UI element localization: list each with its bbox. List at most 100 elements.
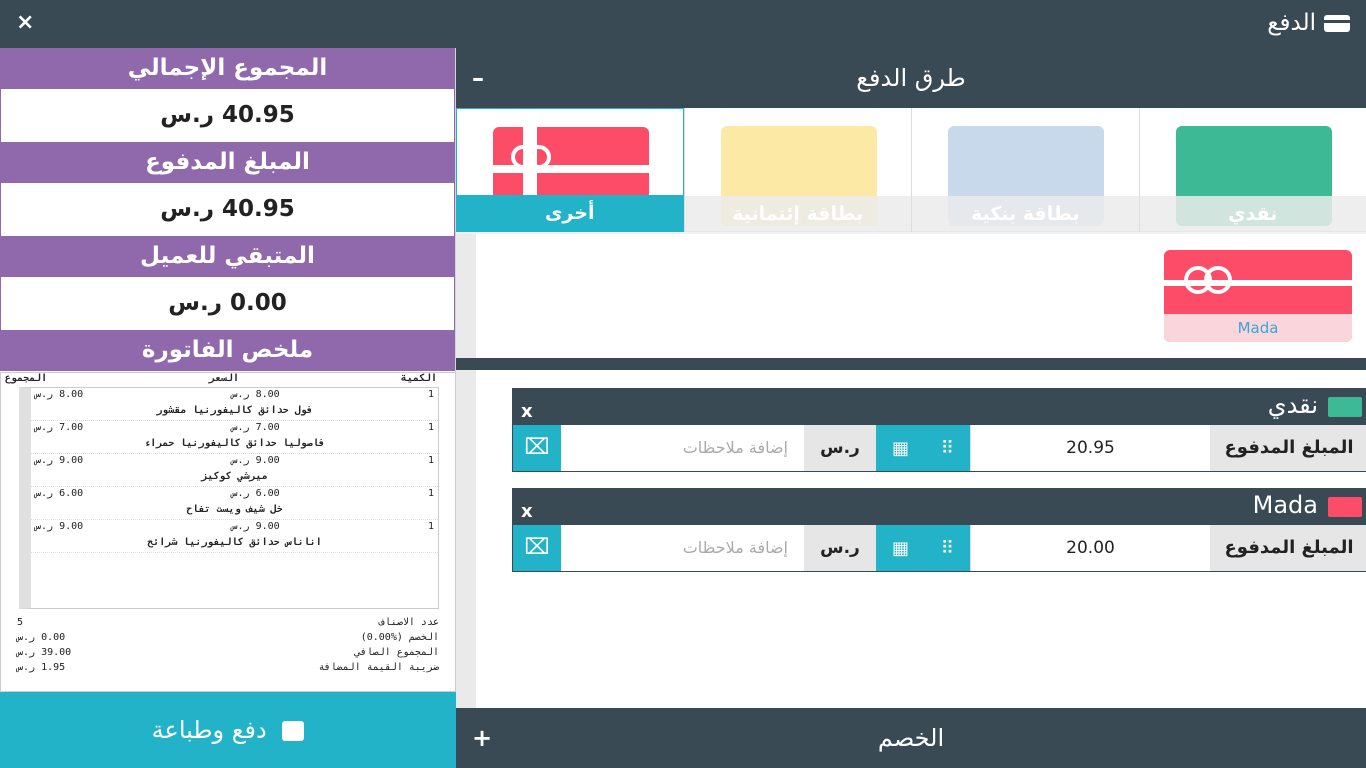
method-other[interactable]: أخرى <box>456 108 684 232</box>
method-credit-card[interactable]: بطاقة إئتمانية <box>683 108 911 232</box>
footer-label: عدد الاصناف <box>378 617 439 628</box>
item-name: اناناس حدائق كاليفورنيا شرائح <box>147 537 322 548</box>
method-label: بطاقة إئتمانية <box>684 196 911 232</box>
gift-card-icon <box>1328 497 1362 517</box>
divider <box>456 358 1366 370</box>
payment-entries: x نقدي ⌧ إضافة ملاحظات ر.س ▦ ⠿ 20.95 المب… <box>456 370 1366 708</box>
printer-icon <box>282 721 305 741</box>
footer-value: 39.00 ر.س <box>17 647 72 658</box>
amount-label: المبلغ المدفوع <box>1210 425 1366 471</box>
payment-name: Mada <box>1252 491 1318 519</box>
summary-panel: المجموع الإجمالي 40.95 ر.س المبلغ المدفو… <box>0 48 456 768</box>
item-name: فاصوليا حدائق كاليفورنيا حمراء <box>144 438 325 449</box>
expand-toggle[interactable]: + <box>472 708 492 768</box>
credit-card-icon <box>1324 14 1350 32</box>
receipt-item: 1 8.00 ر.س 8.00 ر.س فول حدائق كاليفورنيا م… <box>31 388 438 421</box>
item-name: ميرشي كوكيز <box>201 471 268 482</box>
payment-methods-title: طرق الدفع <box>856 64 966 92</box>
total-value: 40.95 ر.س <box>0 89 455 142</box>
item-total: 6.00 ر.س <box>35 488 84 499</box>
amount-input[interactable]: 20.00 <box>970 525 1210 571</box>
receipt-item: 1 9.00 ر.س 9.00 ر.س ميرشي كوكيز <box>31 454 438 487</box>
pay-and-print-label: دفع وطباعة <box>151 716 267 744</box>
receipt-item: 1 6.00 ر.س 6.00 ر.س خل شيف ويست تفاح <box>31 487 438 520</box>
item-total: 9.00 ر.س <box>35 455 84 466</box>
footer-value: 5 <box>17 617 24 628</box>
remove-payment-button[interactable]: x <box>521 501 533 522</box>
collapse-toggle[interactable]: – <box>472 48 484 108</box>
currency-label: ر.س <box>804 425 876 471</box>
receipt-qty-header: الكمية <box>400 373 437 384</box>
discount-title: الخصم <box>877 724 945 752</box>
receipt-header: الكمية السعر المجموع <box>5 373 437 384</box>
method-label: نقدي <box>1139 196 1366 232</box>
payment-entry: x نقدي ⌧ إضافة ملاحظات ر.س ▦ ⠿ 20.95 المب… <box>512 388 1366 472</box>
item-total: 9.00 ر.س <box>35 521 84 532</box>
mada-option[interactable]: Mada <box>1164 250 1352 342</box>
discount-header[interactable]: + الخصم <box>456 708 1366 768</box>
page-title-text: الدفع <box>1267 10 1316 36</box>
amount-input[interactable]: 20.95 <box>970 425 1210 471</box>
payment-panel: – طرق الدفع أخرى بطاقة إئتمانية بطاقة بن… <box>456 48 1366 768</box>
footer-label: ضريبة القيمة المضافة <box>318 662 439 673</box>
item-price: 9.00 ر.س <box>231 521 280 532</box>
paid-label: المبلغ المدفوع <box>0 142 455 183</box>
footer-label: المجموع الصافي <box>354 647 439 658</box>
footer-value: 0.00 ر.س <box>17 632 66 643</box>
item-price: 8.00 ر.س <box>231 389 280 400</box>
payment-methods: أخرى بطاقة إئتمانية بطاقة بنكية نقدي <box>456 108 1366 232</box>
close-button[interactable]: × <box>16 10 34 35</box>
item-total: 7.00 ر.س <box>35 422 84 433</box>
method-label: أخرى <box>457 195 683 231</box>
keypad-icon[interactable]: ⠿ <box>941 438 954 459</box>
clear-button[interactable]: ⌧ <box>513 525 561 571</box>
remaining-value: 0.00 ر.س <box>0 277 455 330</box>
receipt-total-header: المجموع <box>5 373 48 384</box>
item-name: فول حدائق كاليفورنيا مقشور <box>156 405 313 416</box>
sub-options: Mada <box>456 234 1366 358</box>
total-label: المجموع الإجمالي <box>0 48 455 89</box>
currency-label: ر.س <box>804 525 876 571</box>
receipt-item: 1 7.00 ر.س 7.00 ر.س فاصوليا حدائق كاليفورن… <box>31 421 438 454</box>
item-qty: 1 <box>427 422 434 433</box>
receipt-item: 1 9.00 ر.س 9.00 ر.س اناناس حدائق كاليفورني… <box>31 520 438 553</box>
receipt-price-header: السعر <box>208 373 240 384</box>
invoice-summary-label: ملخص الفاتورة <box>0 330 455 371</box>
item-name: خل شيف ويست تفاح <box>186 504 283 515</box>
item-qty: 1 <box>427 455 434 466</box>
item-price: 9.00 ر.س <box>231 455 280 466</box>
payment-methods-header[interactable]: – طرق الدفع <box>456 48 1366 108</box>
keypad-icon[interactable]: ⠿ <box>941 538 954 559</box>
selected-arrow <box>563 231 579 232</box>
item-price: 7.00 ر.س <box>231 422 280 433</box>
calculator-buttons[interactable]: ▦ ⠿ <box>876 525 970 571</box>
method-cash[interactable]: نقدي <box>1138 108 1366 232</box>
paid-value: 40.95 ر.س <box>0 183 455 236</box>
remove-payment-button[interactable]: x <box>521 401 533 422</box>
calculator-buttons[interactable]: ▦ ⠿ <box>876 425 970 471</box>
item-qty: 1 <box>427 488 434 499</box>
calculator-icon[interactable]: ▦ <box>892 538 909 559</box>
clear-button[interactable]: ⌧ <box>513 425 561 471</box>
footer-label: الخصم (%0.00) <box>360 632 439 643</box>
mada-label: Mada <box>1164 314 1352 342</box>
top-bar: × الدفع <box>0 0 1366 48</box>
payment-name: نقدي <box>1267 391 1318 419</box>
pay-and-print-button[interactable]: دفع وطباعة <box>0 692 456 768</box>
item-qty: 1 <box>427 521 434 532</box>
payment-entry: x Mada ⌧ إضافة ملاحظات ر.س ▦ ⠿ 20.00 المب… <box>512 488 1366 572</box>
method-label: بطاقة بنكية <box>912 196 1139 232</box>
calculator-icon[interactable]: ▦ <box>892 438 909 459</box>
notes-input[interactable]: إضافة ملاحظات <box>561 425 804 471</box>
cash-icon <box>1328 397 1362 417</box>
amount-label: المبلغ المدفوع <box>1210 525 1366 571</box>
item-total: 8.00 ر.س <box>35 389 84 400</box>
receipt-footer: عدد الاصناف 5 الخصم (%0.00) 0.00 ر.س المجم… <box>17 617 439 677</box>
page-title: الدفع <box>1267 10 1350 36</box>
receipt-items-list[interactable]: 1 8.00 ر.س 8.00 ر.س فول حدائق كاليفورنيا م… <box>19 387 439 609</box>
item-price: 6.00 ر.س <box>231 488 280 499</box>
notes-input[interactable]: إضافة ملاحظات <box>561 525 804 571</box>
invoice-receipt: الكمية السعر المجموع 1 8.00 ر.س 8.00 ر.س ف… <box>0 372 456 692</box>
footer-value: 1.95 ر.س <box>17 662 66 673</box>
method-debit-card[interactable]: بطاقة بنكية <box>911 108 1139 232</box>
